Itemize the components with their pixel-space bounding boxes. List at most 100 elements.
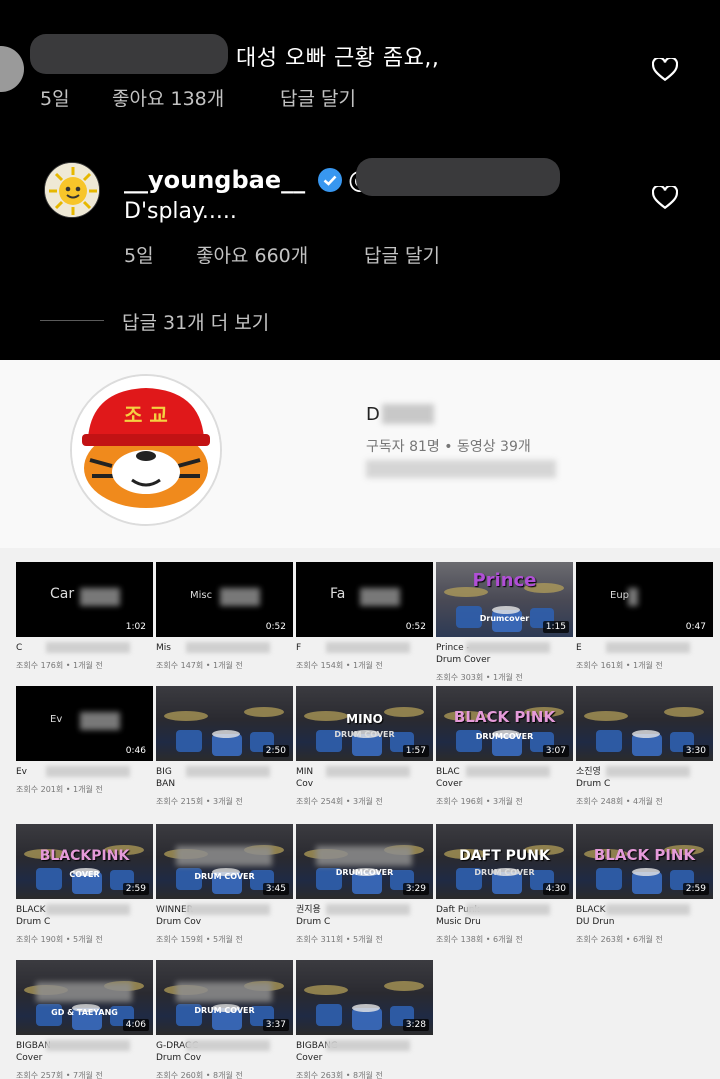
heart-icon[interactable]: [652, 58, 678, 82]
redacted-mention: [356, 158, 560, 196]
blurred-title: [186, 904, 270, 915]
youngbae-avatar[interactable]: [44, 162, 100, 218]
video-thumbnail[interactable]: Fa 0:52: [296, 562, 433, 637]
thumbnail-overlay-subtext: COVER: [69, 870, 100, 879]
video-card[interactable]: DRUMCOVER 3:29 권지용 Drum C 조회수 311회 • 5개월 전: [296, 824, 433, 948]
video-card[interactable]: 3:28 BIGBANG - Cover 조회수 263회 • 8개월 전: [296, 960, 433, 1079]
video-card[interactable]: MINO DRUM COVER 1:57 MIN Cov 조회수 254회 • 3개월 전: [296, 686, 433, 810]
video-card[interactable]: Misc 0:52 Mis 조회수 147회 • 1개월 전: [156, 562, 293, 686]
video-thumbnail[interactable]: Ev 0:46: [16, 686, 153, 761]
thumbnail-title: Car: [50, 586, 75, 602]
video-card[interactable]: BLACKPINK COVER 2:59 BLACK Drum C 조회수 190회 • …: [16, 824, 153, 948]
verified-badge-icon: [318, 168, 342, 192]
video-card[interactable]: 2:50 BIG BAN 조회수 215회 • 3개월 전: [156, 686, 293, 810]
video-thumbnail[interactable]: 2:50: [156, 686, 293, 761]
blurred-thumbnail-text: [176, 982, 272, 1002]
thumbnail-title: Misc: [190, 590, 213, 601]
thumbnail-overlay-subtext: DRUM COVER: [474, 868, 535, 877]
video-title-line2[interactable]: Drum Cover: [436, 654, 573, 666]
video-thumbnail[interactable]: GD & TAEYANG 4:06: [16, 960, 153, 1035]
video-duration: 3:29: [402, 883, 429, 895]
blurred-thumbnail-text: [80, 712, 120, 730]
video-card[interactable]: Eup 0:47 E 조회수 161회 • 1개월 전: [576, 562, 713, 686]
video-card[interactable]: Prince Drumcover 1:15 Prince - Drum Cover 조회수…: [436, 562, 573, 686]
channel-header: 조 교 D 구독자 81명 • 동영상 39개: [0, 360, 720, 548]
video-title-line2[interactable]: Cover: [436, 778, 573, 790]
video-thumbnail[interactable]: BLACKPINK COVER 2:59: [16, 824, 153, 899]
video-thumbnail[interactable]: Car 1:02: [16, 562, 153, 637]
video-thumbnail[interactable]: BLACK PINK DRUMCOVER 3:07: [436, 686, 573, 761]
video-title-line2[interactable]: Music Dru: [436, 916, 573, 928]
video-duration: 1:15: [542, 621, 569, 633]
video-title-line2[interactable]: BAN: [156, 778, 293, 790]
blurred-thumbnail-text: [628, 588, 638, 606]
blurred-title: [46, 642, 130, 653]
video-duration: 3:07: [542, 745, 569, 757]
thumbnail-overlay-text: Prince: [472, 570, 537, 591]
video-thumbnail[interactable]: 3:30: [576, 686, 713, 761]
video-card[interactable]: GD & TAEYANG 4:06 BIGBAN Cover 조회수 257회 • 7개…: [16, 960, 153, 1079]
thumbnail-overlay-text: DAFT PUNK: [459, 848, 550, 864]
blurred-title: [606, 642, 690, 653]
video-card[interactable]: Car 1:02 C 조회수 176회 • 1개월 전: [16, 562, 153, 686]
video-thumbnail[interactable]: 3:28: [296, 960, 433, 1035]
channel-avatar[interactable]: 조 교: [70, 374, 222, 526]
video-thumbnail[interactable]: DRUM COVER 3:45: [156, 824, 293, 899]
video-meta: 조회수 196회 • 3개월 전: [436, 797, 523, 806]
blurred-title: [466, 904, 550, 915]
video-card[interactable]: Ev 0:46 Ev 조회수 201회 • 1개월 전: [16, 686, 153, 810]
video-title-line2[interactable]: Drum C: [296, 916, 433, 928]
video-title-line2[interactable]: Drum Cov: [156, 1052, 293, 1064]
blurred-title: [326, 1040, 410, 1051]
video-title-line2[interactable]: Drum C: [16, 916, 153, 928]
thumbnail-title: Ev: [50, 714, 63, 725]
video-thumbnail[interactable]: Misc 0:52: [156, 562, 293, 637]
video-card[interactable]: BLACK PINK 2:59 BLACK DU Drun 조회수 263회 • 6개월…: [576, 824, 713, 948]
video-title-line2[interactable]: Drum Cov: [156, 916, 293, 928]
video-duration: 3:30: [682, 745, 709, 757]
blurred-thumbnail-text: [176, 846, 272, 866]
comment-likes[interactable]: 좋아요 138개: [112, 84, 224, 111]
video-card[interactable]: Fa 0:52 F 조회수 154회 • 1개월 전: [296, 562, 433, 686]
view-more-replies[interactable]: 답글 31개 더 보기: [122, 308, 269, 335]
video-title-line2[interactable]: DU Drun: [576, 916, 713, 928]
video-thumbnail[interactable]: DRUM COVER 3:37: [156, 960, 293, 1035]
thumbnail-title: Fa: [330, 586, 346, 602]
reply-text: D'splay.....: [124, 199, 237, 224]
video-thumbnail[interactable]: DRUMCOVER 3:29: [296, 824, 433, 899]
commenter-avatar[interactable]: [0, 46, 24, 92]
video-title-line2[interactable]: Drum C: [576, 778, 713, 790]
comment-text: 대성 오빠 근황 좀요,,: [236, 46, 440, 71]
video-thumbnail[interactable]: MINO DRUM COVER 1:57: [296, 686, 433, 761]
video-thumbnail[interactable]: Prince Drumcover 1:15: [436, 562, 573, 637]
video-thumbnail[interactable]: BLACK PINK 2:59: [576, 824, 713, 899]
thumbnail-overlay-text: MINO: [346, 712, 383, 726]
heart-icon[interactable]: [652, 186, 678, 210]
video-thumbnail[interactable]: DAFT PUNK DRUM COVER 4:30: [436, 824, 573, 899]
video-meta: 조회수 257회 • 7개월 전: [16, 1071, 103, 1079]
video-card[interactable]: 3:30 소진영 Drum C 조회수 248회 • 4개월 전: [576, 686, 713, 810]
channel-stats: 구독자 81명 • 동영상 39개: [366, 439, 531, 455]
blurred-thumbnail-text: [360, 588, 400, 606]
video-meta: 조회수 190회 • 5개월 전: [16, 935, 103, 944]
thumbnail-overlay-subtext: DRUM COVER: [334, 730, 395, 739]
video-title-line2[interactable]: Cover: [296, 1052, 433, 1064]
video-title-line2[interactable]: Cover: [16, 1052, 153, 1064]
video-card[interactable]: DAFT PUNK DRUM COVER 4:30 Daft Punk Music Dr…: [436, 824, 573, 948]
reply-button[interactable]: 답글 달기: [364, 241, 440, 268]
reply-button[interactable]: 답글 달기: [280, 84, 356, 111]
video-meta: 조회수 176회 • 1개월 전: [16, 661, 103, 670]
video-thumbnail[interactable]: Eup 0:47: [576, 562, 713, 637]
video-duration: 1:57: [402, 745, 429, 757]
reply-likes[interactable]: 좋아요 660개: [196, 241, 308, 268]
username[interactable]: __youngbae__: [124, 166, 305, 194]
video-card[interactable]: BLACK PINK DRUMCOVER 3:07 BLAC Cover 조회수 196회…: [436, 686, 573, 810]
video-duration: 1:02: [122, 621, 149, 633]
video-card[interactable]: DRUM COVER 3:37 G-DRAGC Drum Cov 조회수 260회 • …: [156, 960, 293, 1079]
video-title-line2[interactable]: Cov: [296, 778, 433, 790]
blurred-title: [46, 766, 130, 777]
video-meta: 조회수 248회 • 4개월 전: [576, 797, 663, 806]
video-card[interactable]: DRUM COVER 3:45 WINNER - Drum Cov 조회수 159회 •…: [156, 824, 293, 948]
video-duration: 2:59: [682, 883, 709, 895]
video-duration: 4:06: [122, 1019, 149, 1031]
